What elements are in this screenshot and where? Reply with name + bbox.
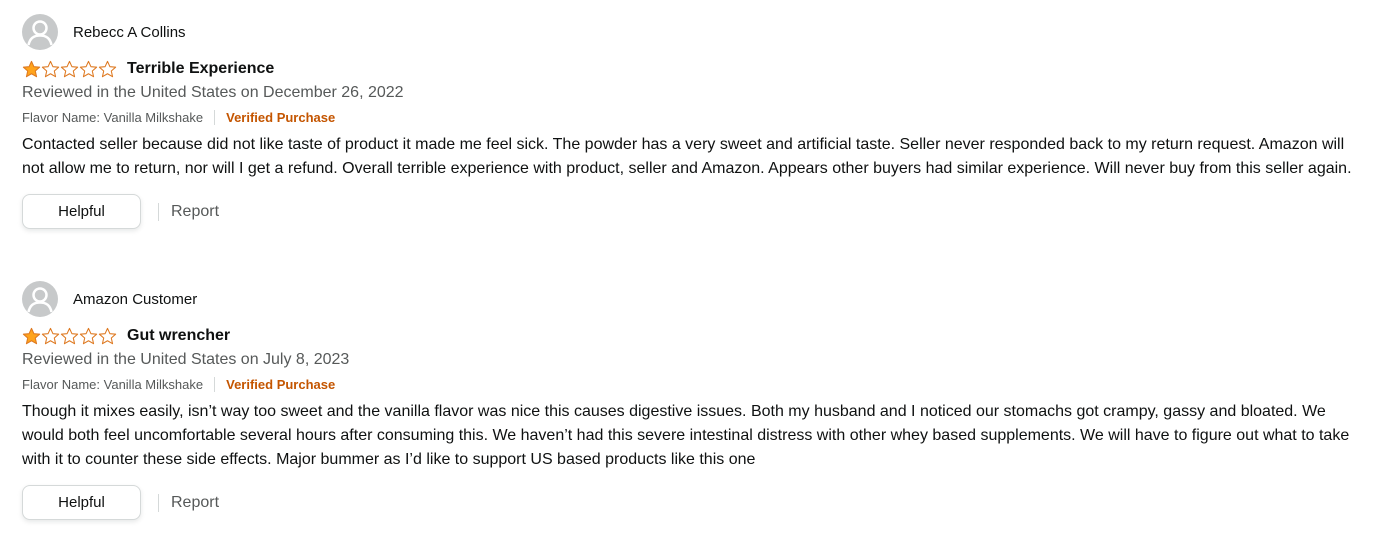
star-rating[interactable] <box>22 60 117 78</box>
review-profile[interactable]: Rebecc A Collins <box>22 14 1367 50</box>
divider <box>158 202 159 221</box>
review-title[interactable]: Gut wrencher <box>127 327 230 345</box>
review-title[interactable]: Terrible Experience <box>127 60 274 78</box>
star-outline-icon <box>41 60 60 78</box>
flavor-name[interactable]: Flavor Name: Vanilla Milkshake <box>22 377 203 392</box>
helpful-button[interactable]: Helpful <box>22 485 141 520</box>
review-profile[interactable]: Amazon Customer <box>22 281 1367 317</box>
star-outline-icon <box>79 327 98 345</box>
star-outline-icon <box>60 327 79 345</box>
reviewer-name[interactable]: Rebecc A Collins <box>73 24 186 41</box>
divider <box>214 376 216 392</box>
review-body: Contacted seller because did not like ta… <box>22 136 1352 177</box>
star-outline-icon <box>60 60 79 78</box>
star-filled-icon <box>22 60 41 78</box>
star-rating[interactable] <box>22 327 117 345</box>
flavor-name[interactable]: Flavor Name: Vanilla Milkshake <box>22 110 203 125</box>
avatar-icon <box>22 281 58 317</box>
review-card: Amazon Customer Gut wrencher Reviewed in… <box>22 281 1367 520</box>
review-card: Rebecc A Collins Terrible Experience Rev… <box>22 14 1367 229</box>
star-outline-icon <box>98 327 117 345</box>
divider <box>214 109 216 125</box>
star-filled-icon <box>22 327 41 345</box>
report-link[interactable]: Report <box>171 203 219 221</box>
verified-purchase-badge: Verified Purchase <box>226 109 336 125</box>
star-outline-icon <box>79 60 98 78</box>
review-date: Reviewed in the United States on Decembe… <box>22 84 404 101</box>
report-link[interactable]: Report <box>171 494 219 512</box>
helpful-button[interactable]: Helpful <box>22 194 141 229</box>
avatar-icon <box>22 14 58 50</box>
reviewer-name[interactable]: Amazon Customer <box>73 291 197 308</box>
star-outline-icon <box>98 60 117 78</box>
review-body: Though it mixes easily, isn’t way too sw… <box>22 403 1350 468</box>
star-outline-icon <box>41 327 60 345</box>
review-date: Reviewed in the United States on July 8,… <box>22 351 350 368</box>
verified-purchase-badge: Verified Purchase <box>226 376 336 392</box>
divider <box>158 493 159 512</box>
